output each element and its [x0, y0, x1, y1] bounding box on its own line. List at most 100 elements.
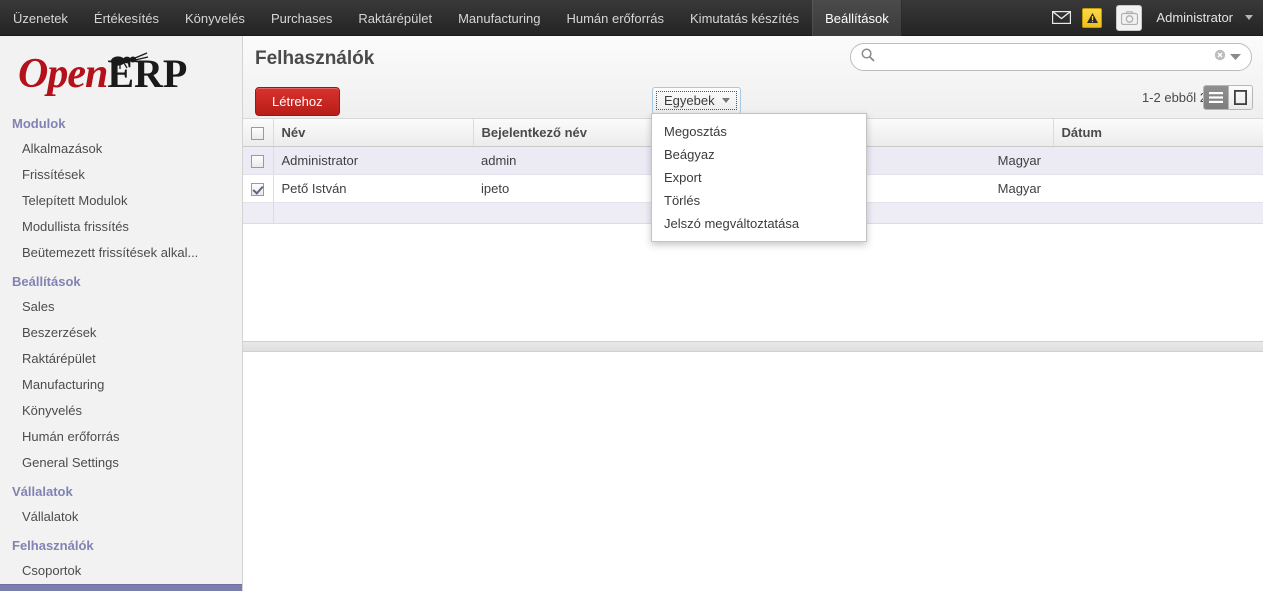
list-bottom-bar — [243, 341, 1263, 352]
chevron-down-icon[interactable] — [1245, 15, 1253, 20]
openerp-logo[interactable]: OpenERP — [0, 36, 242, 108]
pager-label: 1-2 ebből 2 — [1141, 90, 1207, 105]
sidebar: OpenERP Modulok Alkalmazások Frissítések… — [0, 36, 243, 591]
footer-cell — [1053, 202, 1263, 224]
sidebar-section-felhasznalok: Felhasználók — [12, 538, 94, 553]
page-title: Felhasználók — [255, 48, 375, 69]
create-button[interactable]: Létrehoz — [255, 87, 340, 116]
sidebar-item-label: Könyvelés — [22, 403, 82, 418]
nav-label: Humán erőforrás — [566, 10, 665, 26]
top-nav-right: Administrator — [1050, 0, 1263, 35]
search-icon — [861, 48, 875, 67]
more-dropdown-menu: Megosztás Beágyaz Export Törlés Jelszó m… — [651, 113, 867, 242]
menu-item-jelszo-megvaltoztatasa[interactable]: Jelszó megváltoztatása — [652, 212, 866, 235]
sidebar-item-label: Modullista frissítés — [22, 219, 129, 234]
main-content: Felhasználók Létrehoz Egyebek 1-2 ebből … — [243, 36, 1263, 591]
envelope-icon[interactable] — [1050, 7, 1072, 29]
nav-item-kimutatas-keszites[interactable]: Kimutatás készítés — [677, 0, 812, 36]
sidebar-item-frissitesek[interactable]: Frissítések — [0, 162, 242, 188]
sidebar-item-label: Alkalmazások — [22, 141, 103, 156]
sidebar-item-felhasznalok[interactable]: Felhasználók — [0, 584, 242, 591]
sidebar-item-label: Vállalatok — [22, 509, 79, 524]
nav-label: Purchases — [270, 10, 333, 26]
sidebar-item-label: Frissítések — [22, 167, 85, 182]
nav-item-beallitasok[interactable]: Beállítások — [812, 0, 902, 36]
sidebar-item-label: Beütemezett frissítések alkal... — [22, 245, 199, 260]
row-select-cell[interactable] — [243, 174, 274, 203]
sidebar-item-label: Csoportok — [22, 563, 82, 578]
footer-cell — [273, 202, 473, 224]
chevron-down-icon — [721, 98, 730, 103]
menu-item-megosztas[interactable]: Megosztás — [652, 120, 866, 143]
cell-datum — [1053, 146, 1263, 175]
cell-nev: Administrator — [273, 146, 473, 175]
sidebar-item-label: Beszerzések — [22, 325, 97, 340]
nav-label: Manufacturing — [458, 10, 541, 26]
sidebar-item-alkalmazasok[interactable]: Alkalmazások — [0, 136, 242, 162]
menu-item-beagyaz[interactable]: Beágyaz — [652, 143, 866, 166]
sidebar-item-human-eroforras[interactable]: Humán erőforrás — [0, 424, 242, 450]
sidebar-item-sales[interactable]: Sales — [0, 294, 242, 320]
nav-item-raktarepulet[interactable]: Raktárépület — [345, 0, 445, 36]
form-view-icon[interactable] — [1228, 86, 1252, 109]
list-view-icon[interactable] — [1204, 86, 1228, 109]
chevron-down-icon[interactable] — [1230, 48, 1241, 66]
top-navbar: Üzenetek Értékesítés Könyvelés Purchases… — [0, 0, 1263, 36]
warning-triangle-icon[interactable] — [1082, 7, 1103, 28]
nav-item-konyveles[interactable]: Könyvelés — [172, 0, 258, 36]
menu-item-torles[interactable]: Törlés — [652, 189, 866, 212]
nav-item-human-eroforras[interactable]: Humán erőforrás — [553, 0, 677, 36]
user-menu-label[interactable]: Administrator — [1152, 10, 1233, 25]
search-input[interactable] — [875, 48, 1210, 66]
select-all-checkbox[interactable] — [251, 127, 265, 141]
sidebar-item-beutemezett-frissitesek[interactable]: Beütemezett frissítések alkal... — [0, 240, 242, 266]
sidebar-item-modullista-frissites[interactable]: Modullista frissítés — [0, 214, 242, 240]
more-button[interactable]: Egyebek — [652, 87, 741, 114]
sidebar-item-label: General Settings — [22, 455, 119, 470]
sidebar-item-konyveles[interactable]: Könyvelés — [0, 398, 242, 424]
cell-nev: Pető István — [273, 174, 473, 203]
sidebar-item-manufacturing[interactable]: Manufacturing — [0, 372, 242, 398]
view-toggle — [1203, 85, 1253, 110]
sidebar-item-vallalatok[interactable]: Vállalatok — [0, 504, 242, 530]
nav-label: Értékesítés — [93, 10, 159, 26]
nav-label: Kimutatás készítés — [690, 10, 800, 26]
nav-label: Raktárépület — [358, 10, 433, 26]
nav-item-uzenetek[interactable]: Üzenetek — [0, 0, 81, 36]
more-button-label: Egyebek — [664, 93, 715, 108]
sidebar-item-raktarepulet[interactable]: Raktárépület — [0, 346, 242, 372]
column-header-datum[interactable]: Dátum — [1053, 119, 1263, 147]
select-all-header[interactable] — [243, 119, 274, 147]
footer-cell — [243, 202, 274, 224]
cell-datum — [1053, 174, 1263, 203]
sidebar-item-csoportok[interactable]: Csoportok — [0, 558, 242, 584]
nav-item-ertekesites[interactable]: Értékesítés — [81, 0, 172, 36]
nav-item-manufacturing[interactable]: Manufacturing — [445, 0, 553, 36]
sidebar-item-beszerzesek[interactable]: Beszerzések — [0, 320, 242, 346]
column-header-nev[interactable]: Név — [273, 119, 474, 147]
sidebar-section-vallalatok: Vállalatok — [12, 484, 73, 499]
sidebar-item-label: Telepített Modulok — [22, 193, 128, 208]
search-box[interactable] — [850, 43, 1252, 71]
nav-label: Beállítások — [825, 10, 889, 26]
avatar[interactable] — [1116, 4, 1143, 31]
sidebar-item-label: Manufacturing — [22, 377, 105, 392]
sidebar-item-telepitett-modulok[interactable]: Telepített Modulok — [0, 188, 242, 214]
row-checkbox[interactable] — [251, 183, 265, 197]
content-header: Felhasználók Létrehoz Egyebek 1-2 ebből … — [243, 36, 1263, 119]
logo-open-text: Open — [18, 51, 108, 97]
nav-item-purchases[interactable]: Purchases — [258, 0, 345, 36]
sidebar-section-beallitasok: Beállítások — [12, 274, 81, 289]
sidebar-item-general-settings[interactable]: General Settings — [0, 450, 242, 476]
row-select-cell[interactable] — [243, 146, 274, 175]
nav-label: Könyvelés — [184, 10, 245, 26]
nav-label: Üzenetek — [13, 10, 68, 26]
row-checkbox[interactable] — [251, 155, 265, 169]
clear-circle-icon[interactable] — [1214, 48, 1226, 66]
ant-icon — [106, 52, 154, 75]
top-nav-items: Üzenetek Értékesítés Könyvelés Purchases… — [0, 0, 902, 36]
sidebar-section-modulok: Modulok — [12, 116, 66, 131]
sidebar-item-label: Humán erőforrás — [22, 429, 120, 444]
sidebar-item-label: Sales — [22, 299, 55, 314]
menu-item-export[interactable]: Export — [652, 166, 866, 189]
